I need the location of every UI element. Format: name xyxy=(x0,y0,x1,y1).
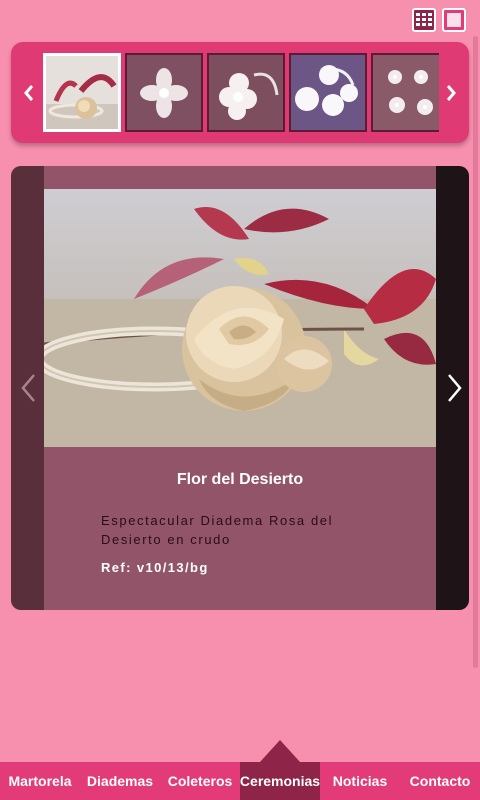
nav-item-contacto[interactable]: Contacto xyxy=(400,762,480,800)
thumbnail-3[interactable] xyxy=(207,53,285,132)
nav-item-martorela[interactable]: Martorela xyxy=(0,762,80,800)
thumbnail-image xyxy=(46,56,118,129)
thumbnail-next-button[interactable] xyxy=(437,42,465,143)
thumbnail-5[interactable] xyxy=(371,53,439,132)
nav-item-ceremonias[interactable]: Ceremonias xyxy=(240,762,320,800)
product-photo[interactable] xyxy=(44,189,436,447)
nav-item-label: Martorela xyxy=(8,773,72,789)
active-nav-marker xyxy=(260,740,300,762)
chevron-left-icon xyxy=(24,84,34,101)
nav-item-label: Ceremonias xyxy=(239,773,321,789)
nav-item-coleteros[interactable]: Coleteros xyxy=(160,762,240,800)
scrollbar[interactable] xyxy=(473,36,478,668)
product-reference: Ref: v10/13/bg xyxy=(101,560,209,575)
chevron-right-icon xyxy=(448,374,462,402)
prev-slide-button[interactable] xyxy=(20,371,36,411)
bottom-nav: Martorela Diademas Coleteros Ceremonias … xyxy=(0,762,480,800)
thumbnail-image xyxy=(373,55,439,130)
view-toggles xyxy=(412,8,466,32)
next-slide-button[interactable] xyxy=(447,371,463,411)
nav-item-label: Noticias xyxy=(332,773,388,789)
nav-item-label: Contacto xyxy=(409,773,471,789)
thumbnail-image xyxy=(209,55,283,130)
chevron-left-icon xyxy=(21,374,35,402)
thumbnail-4[interactable] xyxy=(289,53,367,132)
nav-item-label: Coleteros xyxy=(167,773,233,789)
thumbnail-list xyxy=(43,53,439,132)
grid-view-icon xyxy=(416,13,432,26)
nav-item-noticias[interactable]: Noticias xyxy=(320,762,400,800)
chevron-right-icon xyxy=(446,84,456,101)
thumbnail-prev-button[interactable] xyxy=(15,42,43,143)
nav-item-label: Diademas xyxy=(86,773,154,789)
thumbnail-1[interactable] xyxy=(43,53,121,132)
single-view-button[interactable] xyxy=(442,8,466,32)
nav-item-diademas[interactable]: Diademas xyxy=(80,762,160,800)
single-view-icon xyxy=(447,13,461,27)
product-title: Flor del Desierto xyxy=(176,471,304,488)
grid-view-button[interactable] xyxy=(412,8,436,32)
product-description: Espectacular Diadema Rosa del Desierto e… xyxy=(101,513,334,547)
thumbnail-image xyxy=(127,55,201,130)
product-panel: Flor del Desierto Espectacular Diadema R… xyxy=(11,166,469,610)
thumbnail-image xyxy=(291,55,365,130)
thumbnail-2[interactable] xyxy=(125,53,203,132)
thumbnail-carousel xyxy=(11,42,469,143)
